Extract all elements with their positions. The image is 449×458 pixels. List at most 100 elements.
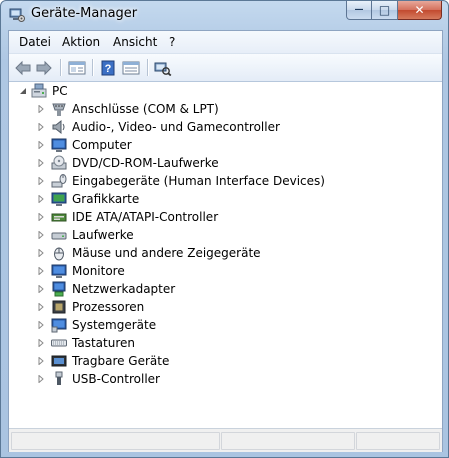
tree-item-label: DVD/CD-ROM-Laufwerke (72, 156, 219, 170)
scan-hardware-button[interactable] (153, 58, 173, 77)
caption-buttons: — □ ✕ (346, 1, 442, 21)
device-tree: PC Anschlüsse (COM & LPT) Audio-, Video-… (9, 82, 442, 422)
maximize-button[interactable]: □ (372, 1, 398, 20)
tree-item-audio[interactable]: Audio-, Video- und Gamecontroller (37, 118, 280, 136)
device-manager-window: Geräte-Manager — □ ✕ Datei Aktion Ansich… (0, 0, 449, 458)
tree-item-label: Netzwerkadapter (72, 282, 176, 296)
scan-hardware-icon (154, 62, 172, 76)
help-icon: ? (101, 60, 115, 75)
ide-controller-icon (51, 209, 67, 225)
back-button[interactable] (13, 58, 33, 77)
portable-device-icon (51, 353, 67, 369)
expand-arrow-icon[interactable] (37, 357, 45, 365)
speaker-icon (51, 119, 67, 135)
tree-item-label: Systemgeräte (72, 318, 157, 332)
expand-arrow-icon[interactable] (37, 159, 45, 167)
expand-arrow-icon[interactable] (37, 303, 45, 311)
tree-item-keyboards[interactable]: Tastaturen (37, 334, 135, 352)
collapse-arrow-icon[interactable] (19, 87, 27, 95)
tree-item-label: Audio-, Video- und Gamecontroller (72, 120, 280, 134)
close-icon: ✕ (414, 3, 425, 17)
tree-item-label: USB-Controller (72, 372, 160, 386)
svg-text:?: ? (105, 63, 112, 75)
tree-item-system[interactable]: Systemgeräte (37, 316, 156, 334)
tree-item-mice[interactable]: Mäuse und andere Zeigegeräte (37, 244, 261, 262)
port-icon (51, 101, 67, 117)
client-area: Datei Aktion Ansicht ? ? PC Anschlüsse (… (8, 30, 443, 452)
tree-item-computer[interactable]: Computer (37, 136, 132, 154)
expand-arrow-icon[interactable] (37, 177, 45, 185)
back-icon (15, 60, 31, 75)
status-pane-2 (221, 432, 355, 450)
tree-item-processors[interactable]: Prozessoren (37, 298, 144, 316)
tree-root-label: PC (52, 84, 68, 98)
console-tree-button[interactable] (67, 58, 87, 77)
dvd-drive-icon (51, 155, 67, 171)
expand-arrow-icon[interactable] (37, 321, 45, 329)
keyboard-icon (51, 335, 67, 351)
properties-pane-icon (68, 61, 86, 74)
tree-item-dvd[interactable]: DVD/CD-ROM-Laufwerke (37, 154, 219, 172)
minimize-button[interactable]: — (346, 1, 372, 20)
expand-arrow-icon[interactable] (37, 105, 45, 113)
help-button[interactable]: ? (98, 58, 118, 77)
maximize-icon: □ (378, 3, 391, 17)
status-pane-3 (356, 432, 440, 450)
minimize-icon: — (354, 5, 364, 15)
expand-arrow-icon[interactable] (37, 141, 45, 149)
forward-icon (36, 60, 52, 75)
monitor-icon (51, 137, 67, 153)
toolbar-separator (147, 59, 149, 76)
tree-item-ide[interactable]: IDE ATA/ATAPI-Controller (37, 208, 218, 226)
show-hide-button[interactable] (121, 58, 141, 77)
tree-item-monitors[interactable]: Monitore (37, 262, 125, 280)
toolbar-separator (60, 59, 62, 76)
tree-item-label: IDE ATA/ATAPI-Controller (72, 210, 219, 224)
mouse-icon (51, 245, 67, 261)
monitor-icon (51, 263, 67, 279)
tree-item-drives[interactable]: Laufwerke (37, 226, 134, 244)
tree-item-label: Eingabegeräte (Human Interface Devices) (72, 174, 325, 188)
computer-icon (31, 83, 47, 99)
tree-item-hid[interactable]: Eingabegeräte (Human Interface Devices) (37, 172, 325, 190)
hid-icon (51, 173, 67, 189)
menu-bar: Datei Aktion Ansicht ? (9, 31, 442, 54)
expand-arrow-icon[interactable] (37, 249, 45, 257)
show-hide-console-tree-icon (122, 61, 140, 74)
tree-item-usb[interactable]: USB-Controller (37, 370, 160, 388)
tree-item-label: Grafikkarte (72, 192, 140, 206)
forward-button[interactable] (34, 58, 54, 77)
tree-item-label: Tragbare Geräte (72, 354, 170, 368)
device-manager-icon (9, 7, 25, 23)
title-bar[interactable]: Geräte-Manager — □ ✕ (1, 1, 448, 29)
expand-arrow-icon[interactable] (37, 339, 45, 347)
expand-arrow-icon[interactable] (37, 123, 45, 131)
tree-item-ports[interactable]: Anschlüsse (COM & LPT) (37, 100, 219, 118)
tree-item-label: Mäuse und andere Zeigegeräte (72, 246, 261, 260)
status-pane-1 (11, 432, 220, 450)
tree-root-pc[interactable]: PC (19, 82, 68, 100)
tree-item-label: Computer (72, 138, 132, 152)
window-title: Geräte-Manager (31, 6, 138, 21)
tree-item-portable[interactable]: Tragbare Geräte (37, 352, 169, 370)
expand-arrow-icon[interactable] (37, 231, 45, 239)
expand-arrow-icon[interactable] (37, 375, 45, 383)
tree-item-graphics[interactable]: Grafikkarte (37, 190, 139, 208)
toolbar-separator (92, 59, 94, 76)
expand-arrow-icon[interactable] (37, 285, 45, 293)
usb-icon (51, 371, 67, 387)
menu-aktion[interactable]: Aktion (62, 35, 100, 49)
menu-ansicht[interactable]: Ansicht (113, 35, 157, 49)
processor-icon (51, 299, 67, 315)
status-bar (9, 428, 442, 452)
close-button[interactable]: ✕ (398, 1, 442, 20)
tree-item-label: Tastaturen (72, 336, 135, 350)
tree-item-network[interactable]: Netzwerkadapter (37, 280, 175, 298)
expand-arrow-icon[interactable] (37, 213, 45, 221)
menu-help[interactable]: ? (169, 35, 175, 49)
tree-item-label: Anschlüsse (COM & LPT) (72, 102, 219, 116)
expand-arrow-icon[interactable] (37, 195, 45, 203)
toolbar: ? (9, 54, 442, 82)
menu-datei[interactable]: Datei (19, 35, 51, 49)
expand-arrow-icon[interactable] (37, 267, 45, 275)
